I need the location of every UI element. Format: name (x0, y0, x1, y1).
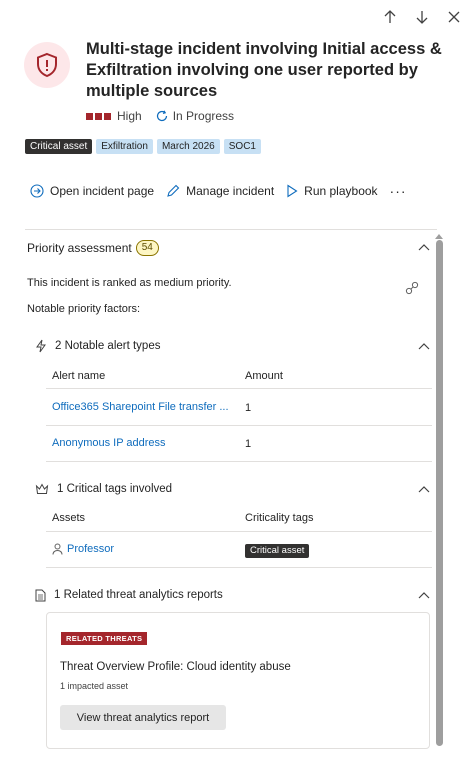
manage-incident-button[interactable]: Manage incident (166, 184, 274, 198)
action-bar: Open incident page Manage incident Run p… (30, 181, 419, 201)
col-header-assets[interactable]: Assets (52, 512, 85, 524)
threat-reports-header[interactable]: 1 Related threat analytics reports (35, 588, 223, 602)
col-header-criticality-tags[interactable]: Criticality tags (245, 512, 313, 524)
collapse-priority-chevron-icon[interactable] (416, 239, 432, 255)
severity-bars-icon (86, 112, 111, 120)
notable-factors-text: Notable priority factors: (27, 303, 141, 315)
share-link-icon[interactable] (403, 279, 421, 297)
priority-ranked-text: This incident is ranked as medium priori… (27, 277, 232, 289)
incident-shield-icon (24, 42, 70, 88)
table-row-divider (46, 425, 432, 426)
incident-tags: Critical asset Exfiltration March 2026 S… (25, 139, 261, 154)
alert-amount: 1 (245, 438, 252, 450)
severity-status-row: High In Progress (86, 108, 234, 124)
collapse-alerts-chevron-icon[interactable] (416, 338, 432, 354)
alert-amount: 1 (245, 402, 252, 414)
threat-report-card: RELATED THREATS Threat Overview Profile:… (46, 612, 430, 749)
tag-soc1: SOC1 (223, 139, 261, 154)
previous-arrow-icon[interactable] (379, 6, 401, 28)
next-arrow-icon[interactable] (411, 6, 433, 28)
severity-label: High (117, 109, 142, 123)
critical-tags-title: 1 Critical tags involved (57, 483, 173, 495)
criticality-tag-badge: Critical asset (245, 544, 310, 558)
scroll-up-icon (435, 234, 443, 239)
section-divider (25, 229, 437, 230)
manage-incident-label: Manage incident (186, 184, 275, 198)
table-divider (46, 388, 432, 389)
alert-types-header[interactable]: 2 Notable alert types (35, 339, 160, 353)
open-arrow-icon (30, 184, 44, 198)
collapse-threats-chevron-icon[interactable] (416, 587, 432, 603)
more-actions-label: ··· (389, 183, 407, 199)
scrollbar-thumb[interactable] (436, 240, 443, 746)
priority-title: Priority assessment (27, 241, 132, 255)
table-row-divider (46, 461, 432, 462)
table-row-divider (46, 567, 432, 568)
open-incident-page-button[interactable]: Open incident page (30, 184, 154, 198)
run-playbook-label: Run playbook (304, 184, 378, 198)
critical-tags-header[interactable]: 1 Critical tags involved (35, 482, 172, 496)
alert-link-anonymous-ip[interactable]: Anonymous IP address (52, 437, 166, 449)
more-actions-button[interactable]: ··· (390, 183, 407, 199)
alert-types-title: 2 Notable alert types (55, 340, 161, 352)
priority-score-badge: 54 (135, 240, 159, 256)
impacted-asset-count: 1 impacted asset (60, 681, 129, 691)
run-playbook-button[interactable]: Run playbook (286, 184, 378, 198)
person-icon (52, 543, 63, 555)
close-icon[interactable] (443, 6, 462, 28)
asset-link-professor[interactable]: Professor (67, 543, 114, 555)
priority-assessment-header[interactable]: Priority assessment 54 (27, 240, 159, 256)
lightning-icon (36, 339, 46, 353)
col-header-amount[interactable]: Amount (245, 370, 283, 382)
tag-date: March 2026 (156, 139, 220, 154)
view-threat-report-button[interactable]: View threat analytics report (60, 705, 226, 730)
open-incident-label: Open incident page (50, 184, 155, 198)
related-threats-badge: RELATED THREATS (61, 632, 148, 645)
tag-exfiltration: Exfiltration (96, 139, 153, 154)
crown-icon (35, 483, 49, 494)
play-icon (287, 184, 298, 198)
threat-report-title: Threat Overview Profile: Cloud identity … (60, 661, 291, 673)
document-icon (35, 589, 46, 601)
asset-row: Professor (52, 543, 114, 555)
table-divider (46, 531, 432, 532)
status-label: In Progress (172, 109, 235, 123)
incident-title: Multi-stage incident involving Initial a… (86, 40, 442, 100)
in-progress-icon (156, 110, 167, 122)
tag-critical-asset: Critical asset (25, 139, 93, 154)
threat-reports-title: 1 Related threat analytics reports (54, 589, 223, 601)
col-header-alert-name[interactable]: Alert name (52, 370, 105, 382)
pencil-icon (167, 184, 180, 197)
alert-link-office365[interactable]: Office365 Sharepoint File transfer ... (52, 401, 229, 413)
collapse-critical-chevron-icon[interactable] (416, 481, 432, 497)
